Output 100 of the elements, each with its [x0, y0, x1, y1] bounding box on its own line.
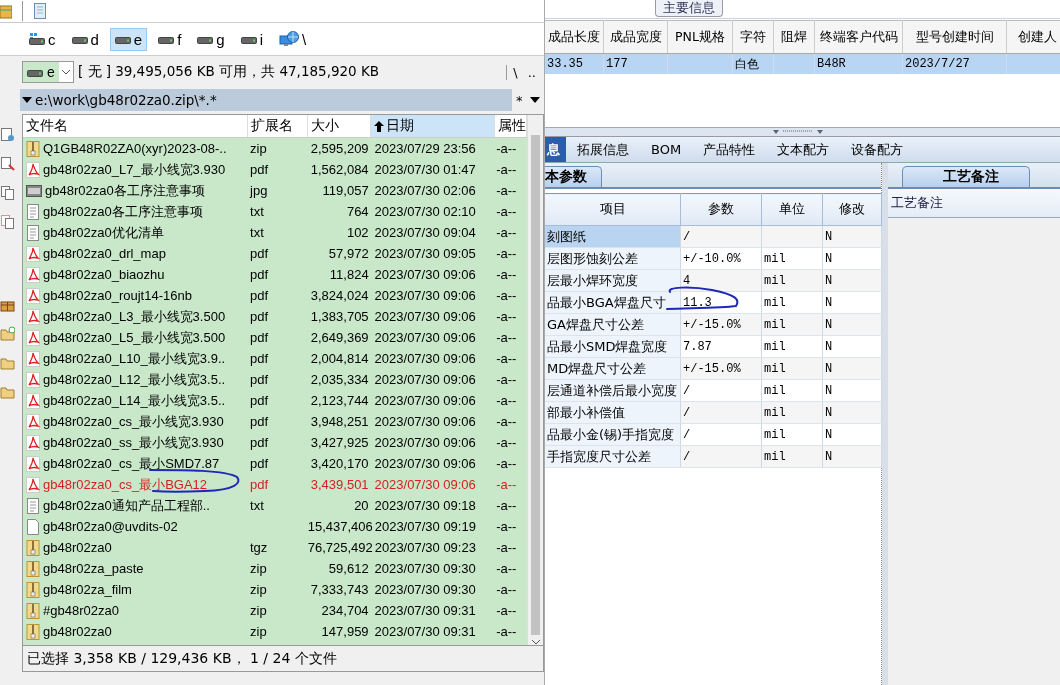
file-size: 15,437,406	[307, 519, 371, 534]
file-attributes: -a--	[495, 309, 518, 324]
drive-button[interactable]: i	[235, 27, 269, 51]
drive-icon	[71, 34, 88, 44]
file-name-cell[interactable]: gb48r02za_film	[23, 581, 249, 598]
free-space-text: 39,495,056 KB 可用，共 47,185,920 KB	[115, 63, 380, 81]
drive-button[interactable]: \	[274, 27, 312, 51]
status-bar: 已选择 3,358 KB / 129,436 KB， 1 / 24 个文件	[22, 646, 544, 672]
column-header[interactable]: 项目	[545, 193, 681, 226]
chevron-down-icon[interactable]	[530, 639, 541, 645]
unit-text: mil	[764, 427, 786, 442]
column-header[interactable]: 参数	[680, 193, 762, 226]
volume-label: [ 无 ]	[78, 63, 112, 81]
column-header[interactable]: 日期	[370, 115, 495, 137]
column-header[interactable]: 成品长度	[545, 20, 604, 54]
column-header[interactable]: PNL规格	[667, 20, 733, 54]
table-cell: 白色	[735, 57, 759, 72]
scrollbar[interactable]	[527, 115, 543, 645]
column-header[interactable]: 修改	[822, 193, 882, 226]
file-name-cell[interactable]: #gb48r02za0	[23, 602, 249, 619]
file-name-cell[interactable]: gb48r02za0_ss_最小线宽3.930	[23, 433, 249, 452]
file-name-cell[interactable]: gb48r02za0_L3_最小线宽3.500	[23, 307, 249, 326]
file-attributes: -a--	[495, 624, 518, 639]
drive-button[interactable]: f	[153, 27, 187, 51]
drive-button[interactable]: e	[109, 27, 148, 51]
unit-text: mil	[764, 273, 786, 288]
file-extension: zip	[250, 603, 267, 618]
column-header[interactable]: 型号创建时间	[902, 20, 1007, 54]
file-name-cell[interactable]: gb48r02za0优化清单	[23, 223, 249, 242]
drive-dropdown[interactable]: e	[22, 61, 74, 83]
drive-button[interactable]: d	[66, 27, 104, 51]
drive-icon	[29, 33, 45, 45]
copy-icon[interactable]	[0, 214, 15, 229]
column-header[interactable]: 创建人	[1006, 20, 1060, 54]
path-bar[interactable]: e:\work\gb48r02za0.zip\*.*	[20, 89, 512, 111]
file-name-cell[interactable]: gb48r02za0_cs_最小SMD7.87	[23, 454, 249, 473]
file-date: 2023/07/30 09:06	[373, 456, 477, 471]
tab[interactable]: 设备配方	[840, 137, 915, 162]
document-icon[interactable]	[0, 127, 15, 142]
file-name-cell[interactable]: gb48r02za0	[23, 623, 249, 640]
file-extension: txt	[250, 498, 264, 513]
zipper-file-icon	[26, 560, 40, 577]
copy-icon[interactable]	[0, 185, 15, 200]
tab[interactable]: 息	[545, 137, 566, 162]
file-size: 20	[353, 498, 370, 513]
tab[interactable]: 工艺备注	[902, 166, 1030, 187]
magnifier-icon[interactable]	[0, 156, 15, 171]
tab[interactable]: 产品特性	[692, 137, 767, 162]
drive-button[interactable]: g	[192, 27, 230, 51]
up-button[interactable]: ..	[527, 64, 536, 80]
file-name-cell[interactable]: gb48r02za0_cs_最小BGA12	[23, 475, 249, 494]
file-date: 2023/07/30 09:30	[373, 582, 477, 597]
table-cell: B48R	[817, 57, 846, 71]
notepad-icon[interactable]	[33, 2, 47, 20]
file-name-cell[interactable]: gb48r02za0@uvdits-02	[23, 518, 248, 535]
parameter-value: +/-15.0%	[683, 361, 741, 376]
file-name-cell[interactable]: gb48r02za0_L5_最小线宽3.500	[23, 328, 249, 347]
filter-button[interactable]: *	[515, 92, 523, 108]
file-size: 2,035,334	[309, 372, 370, 387]
triangle-down-icon	[22, 97, 32, 103]
tab[interactable]: 本参数	[545, 166, 602, 187]
file-name-cell[interactable]: gb48r02za0_drl_map	[23, 245, 249, 262]
folder-icon[interactable]	[0, 384, 15, 399]
parameter-name: 刻图纸	[547, 228, 586, 244]
drive-button[interactable]: c	[24, 27, 61, 51]
file-name-cell[interactable]: gb48r02za0_L12_最小线宽3.5..	[23, 370, 249, 389]
column-header[interactable]: 文件名	[23, 115, 249, 137]
file-name-cell[interactable]: gb48r02za0_L10_最小线宽3.9..	[23, 349, 249, 368]
file-name-cell[interactable]: gb48r02za0_roujt14-16nb	[23, 287, 249, 304]
file-extension: zip	[250, 624, 267, 639]
column-header[interactable]: 字符	[732, 20, 774, 54]
file-name-cell[interactable]: gb48r02za0_cs_最小线宽3.930	[23, 412, 249, 431]
file-name-cell[interactable]: gb48r02za0各工序注意事项	[23, 202, 249, 221]
file-name-cell[interactable]: gb48r02za0_L14_最小线宽3.5..	[23, 391, 249, 410]
file-name-cell[interactable]: gb48r02za_paste	[23, 560, 249, 577]
column-header[interactable]: 扩展名	[248, 115, 308, 137]
file-name-cell[interactable]: Q1GB48R02ZA0(xyr)2023-08-..	[23, 140, 249, 157]
column-header[interactable]: 单位	[761, 193, 823, 226]
file-date: 2023/07/30 09:31	[373, 624, 477, 639]
column-header[interactable]: 阻焊	[773, 20, 815, 54]
file-name-cell[interactable]: gb48r02za0_biaozhu	[23, 266, 249, 283]
column-header[interactable]: 大小	[307, 115, 371, 137]
column-header[interactable]: 终端客户代码	[814, 20, 903, 54]
folder-plus-icon[interactable]	[0, 326, 15, 341]
file-name-cell[interactable]: gb48r02za0通知产品工程部..	[23, 496, 249, 515]
tab[interactable]: 拓展信息	[566, 137, 640, 162]
file-name-cell[interactable]: gb48r02za0各工序注意事项	[23, 181, 249, 200]
tab[interactable]: 文本配方	[766, 137, 841, 162]
file-name-cell[interactable]: gb48r02za0	[23, 539, 248, 556]
file-date: 2023/07/30 09:06	[373, 267, 477, 282]
folder-icon[interactable]	[0, 355, 15, 370]
root-button[interactable]: \	[513, 64, 518, 80]
column-header[interactable]: 成品宽度	[603, 20, 668, 54]
notes-label: 工艺备注	[891, 194, 943, 212]
file-extension: pdf	[250, 246, 269, 261]
triangle-down-icon[interactable]	[530, 97, 541, 103]
file-name-cell[interactable]: gb48r02za0_L7_最小线宽3.930	[23, 160, 249, 179]
tab[interactable]: BOM	[640, 137, 693, 162]
file-size: 2,004,814	[309, 351, 370, 366]
sort-arrow-icon	[373, 120, 384, 132]
